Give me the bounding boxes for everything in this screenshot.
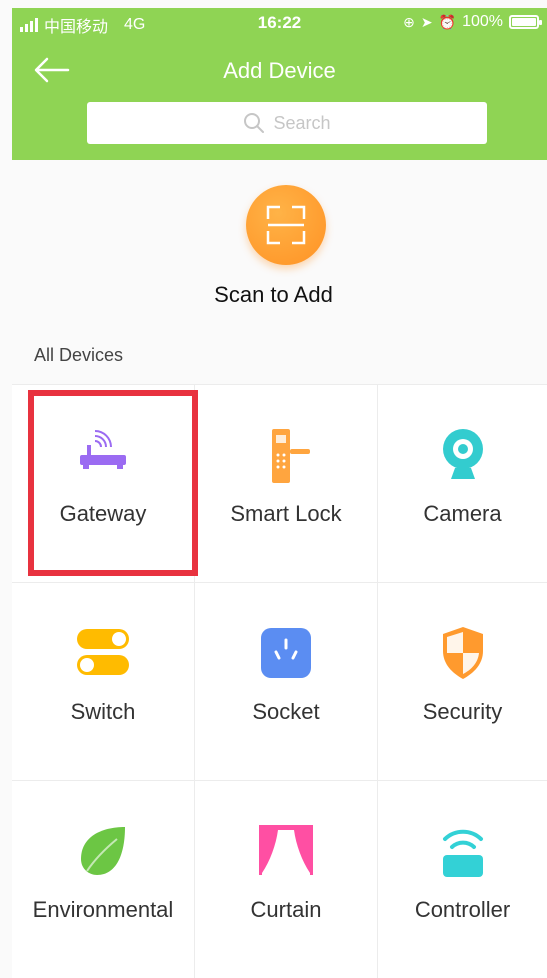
device-label: Smart Lock	[230, 501, 342, 526]
controller-icon	[433, 821, 493, 881]
search-placeholder: Search	[273, 112, 331, 133]
gateway-icon	[73, 425, 133, 485]
battery-icon	[509, 15, 542, 29]
device-camera[interactable]: Camera	[378, 385, 547, 583]
device-label: Gateway	[59, 501, 147, 526]
location-icon: ➤	[420, 13, 433, 30]
status-bar: 中国移动 4G 16:22 ⊕ ➤ ⏰ 100%	[12, 8, 547, 38]
device-label: Environmental	[32, 897, 174, 922]
curtain-icon	[256, 821, 316, 881]
security-icon	[433, 623, 493, 683]
scan-button[interactable]	[246, 185, 326, 265]
device-label: Camera	[423, 501, 502, 526]
add-device-screen: 中国移动 4G 16:22 ⊕ ➤ ⏰ 100% Add Device Sear…	[0, 0, 547, 978]
device-label: Switch	[70, 699, 136, 724]
device-label: Socket	[252, 699, 320, 724]
device-socket[interactable]: Socket	[195, 583, 378, 781]
device-label: Curtain	[250, 897, 322, 922]
alarm-icon: ⏰	[438, 13, 457, 30]
search-icon	[244, 113, 265, 133]
battery-percent: 100%	[462, 13, 503, 30]
scan-icon	[266, 205, 306, 245]
device-smart-lock[interactable]: Smart Lock	[195, 385, 378, 583]
environmental-icon	[73, 821, 133, 881]
page-title: Add Device	[223, 58, 336, 83]
device-label: Controller	[414, 897, 511, 922]
device-controller[interactable]: Controller	[378, 781, 547, 978]
nav-bar: Add Device	[12, 46, 547, 94]
rotation-lock-icon: ⊕	[403, 13, 415, 30]
smart-lock-icon	[256, 425, 316, 485]
device-curtain[interactable]: Curtain	[195, 781, 378, 978]
socket-icon	[256, 623, 316, 683]
device-switch[interactable]: Switch	[12, 583, 195, 781]
header: 中国移动 4G 16:22 ⊕ ➤ ⏰ 100% Add Device Sear…	[12, 8, 547, 160]
section-title: All Devices	[34, 345, 124, 365]
search-input[interactable]: Search	[87, 102, 487, 144]
scan-label[interactable]: Scan to Add	[0, 282, 547, 308]
device-label: Security	[422, 699, 503, 724]
status-right: ⊕ ➤ ⏰ 100%	[403, 13, 542, 31]
switch-icon	[73, 623, 133, 683]
device-security[interactable]: Security	[378, 583, 547, 781]
device-grid: Gateway Smart Lock Camera Switch Socket …	[12, 384, 547, 978]
device-gateway[interactable]: Gateway	[12, 385, 195, 583]
camera-icon	[433, 425, 493, 485]
device-environmental[interactable]: Environmental	[12, 781, 195, 978]
